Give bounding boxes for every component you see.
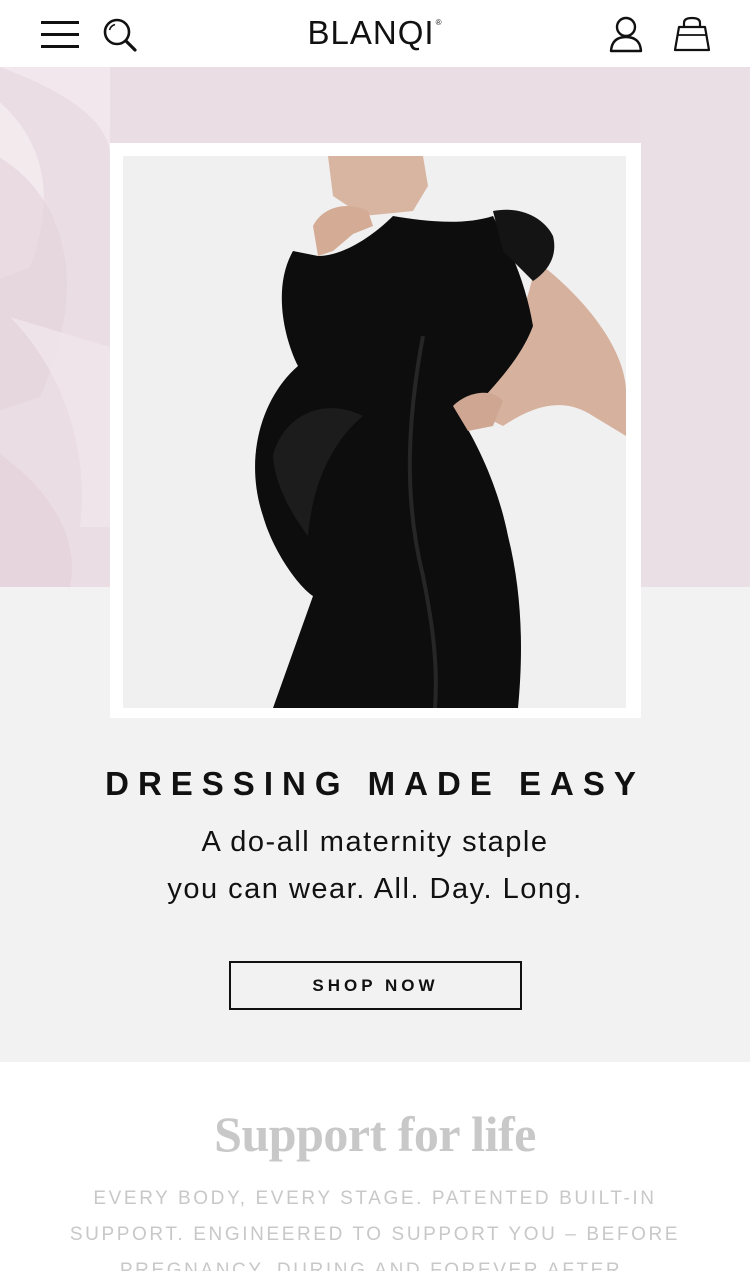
maternity-dress-illustration — [123, 156, 626, 708]
hero-product-image[interactable] — [123, 156, 626, 708]
hero-subline-1: A do-all maternity staple — [201, 826, 549, 858]
support-section-body: EVERY BODY, EVERY STAGE. PATENTED BUILT-… — [69, 1188, 681, 1271]
user-account-icon[interactable] — [606, 15, 646, 53]
shop-now-button[interactable]: SHOP NOW — [229, 961, 522, 1010]
hero-subline-2: you can wear. All. Day. Long. — [167, 873, 583, 905]
shopping-bag-icon[interactable] — [672, 15, 712, 53]
hero-headline: DRESSING MADE EASY — [105, 765, 645, 802]
support-section-title: Support for life — [214, 1106, 536, 1162]
site-header: BLANQI® — [0, 0, 750, 67]
